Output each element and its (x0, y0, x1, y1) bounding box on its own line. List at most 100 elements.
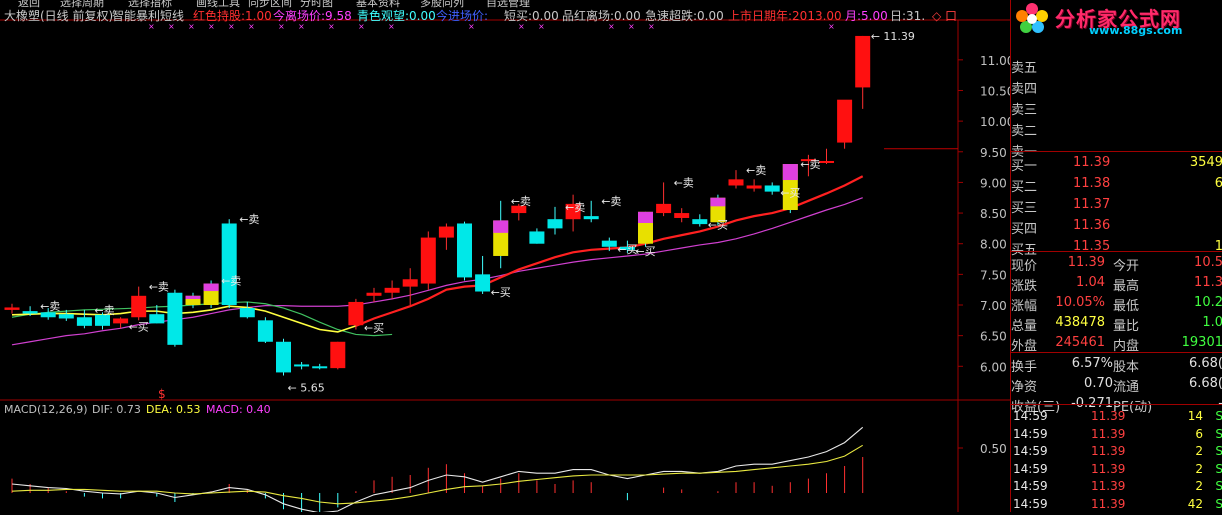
quote-value: 438478 (1055, 315, 1105, 330)
logo-url-text: www.88gs.com (1089, 24, 1183, 37)
quote-value: 11.39 (1067, 255, 1105, 270)
quote-row: 涨幅 10.05% 最低 10.2 (1011, 293, 1222, 314)
trade-row: 14:59 11.39 2S (1011, 478, 1222, 496)
menu-item-1[interactable]: 选择周期 (60, 0, 104, 8)
candle-body-21 (384, 287, 400, 293)
candle-body-32 (583, 216, 599, 220)
candle-top-35 (638, 211, 653, 223)
menu-item-4[interactable]: 同步区间 (248, 0, 292, 8)
quote-panel: 分析家公式网 www.88gs.com 卖五 卖四 卖三 卖二 卖一 买一 11.39 354… (1010, 0, 1222, 512)
candle-body-40 (728, 179, 744, 186)
fundamental-value-2: 6.68( (1188, 356, 1222, 371)
ask-row: 卖四 (1011, 76, 1222, 97)
trade-volume: 2 (1195, 479, 1203, 493)
candle-body-17 (312, 366, 328, 369)
quote-label: 现价 (1011, 259, 1038, 274)
trade-price: 11.39 (1091, 444, 1126, 458)
candle-body-12 (221, 223, 237, 305)
bid-label: 买二 (1011, 180, 1038, 195)
quote-value-2: 10.2 (1194, 295, 1222, 310)
stock-name: 大橡塑(日线 前复权) (4, 8, 113, 23)
quote-value: 10.05% (1055, 295, 1105, 310)
bid-row: 买四 11.36 (1011, 216, 1222, 237)
candle-body-45 (819, 160, 834, 163)
menu-bar: 返回 选择周期 选择指标 画线工具 同步区间 分时图 基本资料 多股同列 自选管理 (0, 0, 1010, 8)
fundamental-row: 换手 6.57% 股本 6.68( (1011, 354, 1222, 375)
panel-separator (1011, 251, 1222, 252)
macd-dif-line (11, 426, 864, 514)
price-label-7: 7.50 (980, 268, 1007, 282)
candle-top-11 (203, 283, 219, 292)
signal-star-9: × (358, 22, 365, 31)
candle-body-13 (239, 308, 255, 318)
trade-time: 14:59 (1013, 444, 1048, 458)
candle-body-37 (674, 213, 690, 218)
trade-time: 14:59 (1013, 496, 1048, 511)
fundamental-label: 净资 (1011, 380, 1038, 395)
trade-time: 14:59 (1013, 479, 1048, 493)
header-item-2: 青色观望:0.00 (357, 9, 436, 23)
header-item-5: 品红离场:0.00 (562, 8, 641, 23)
candle-body-4 (76, 317, 92, 326)
trade-row: 14:59 11.39 2S (1011, 461, 1222, 479)
trade-row: 14:59 11.39 14 S (1011, 408, 1222, 426)
quote-row: 总量 438478 量比 1.0 (1011, 313, 1222, 334)
trade-volume: 2 (1195, 461, 1203, 476)
candle-body-7 (131, 295, 147, 318)
header-item-8: 月:5.00 (845, 9, 888, 23)
candle-body-16 (294, 364, 310, 367)
signal-star-8: × (328, 22, 335, 31)
bid-label: 买三 (1011, 201, 1038, 216)
macd-dif: DIF: 0.73 (92, 403, 141, 416)
menu-item-7[interactable]: 多股同列 (420, 0, 464, 8)
candle-body-36 (656, 203, 672, 214)
ask-label: 卖四 (1011, 82, 1038, 97)
candle-body-26 (475, 274, 491, 292)
kline-chart-area[interactable]: 大橡塑(日线 前复权) 智能暴利短线 红色持股:1.00 今离场价:9.58 青色观望:… (0, 8, 1014, 515)
signal-star-3: × (208, 22, 215, 31)
candle-body-19 (348, 301, 364, 326)
menu-item-6[interactable]: 基本资料 (356, 0, 400, 8)
candle-body-15 (276, 341, 291, 373)
macd-value: MACD: 0.40 (206, 403, 271, 416)
high-price-label: ← 11.39 (871, 30, 915, 43)
sell-signal-8: ←卖 (674, 176, 694, 189)
candle-body-14 (257, 320, 273, 342)
menu-item-8[interactable]: 自选管理 (486, 0, 530, 8)
signal-star-2: × (188, 22, 195, 31)
price-label-6: 8.00 (980, 238, 1007, 252)
trade-flag: S (1215, 409, 1222, 423)
quote-label-2: 最低 (1113, 299, 1140, 314)
macd-dea-line (11, 444, 863, 505)
kline-chart[interactable]: 大橡塑(日线 前复权)智能暴利短线 红色持股:1.00 今离场价:9.58 青色观望:… (0, 8, 1014, 515)
quote-label: 总量 (1011, 319, 1038, 334)
sell-signal-9: ←卖 (746, 164, 766, 177)
signal-star-13: × (538, 22, 545, 31)
trade-volume: 14 (1187, 409, 1203, 423)
trade-volume: 6 (1195, 426, 1203, 441)
candle-body-8 (149, 314, 165, 324)
sell-signal-6: ←卖 (565, 201, 585, 214)
candle-body-22 (402, 279, 418, 287)
sell-signal-10: ←卖 (800, 158, 820, 171)
menu-item-2[interactable]: 选择指标 (128, 0, 172, 8)
sell-signal-4: ←卖 (239, 213, 259, 226)
candle-body-42 (764, 185, 780, 192)
bid-label: 买四 (1011, 222, 1038, 237)
menu-item-5[interactable]: 分时图 (300, 0, 333, 8)
quote-row: 现价 11.39 今开 10.5 (1011, 253, 1222, 274)
trade-price: 11.39 (1091, 409, 1126, 423)
quote-value-2: 19301 (1181, 335, 1222, 350)
menu-item-0[interactable]: 返回 (18, 0, 40, 8)
quote-value-2: 10.5 (1194, 255, 1222, 270)
header-item-1: 今离场价:9.58 (273, 8, 352, 23)
price-label-10: 6.00 (980, 360, 1007, 374)
fundamental-label: 换手 (1011, 360, 1038, 375)
bid-price: 11.36 (1073, 218, 1111, 233)
price-label-3: 9.50 (980, 146, 1007, 160)
signal-star-0: × (148, 22, 155, 31)
menu-item-3[interactable]: 画线工具 (196, 0, 240, 8)
quote-label-2: 最高 (1113, 279, 1140, 294)
macd-dea: DEA: 0.53 (146, 403, 200, 416)
quote-value-2: 1.0 (1202, 315, 1222, 330)
